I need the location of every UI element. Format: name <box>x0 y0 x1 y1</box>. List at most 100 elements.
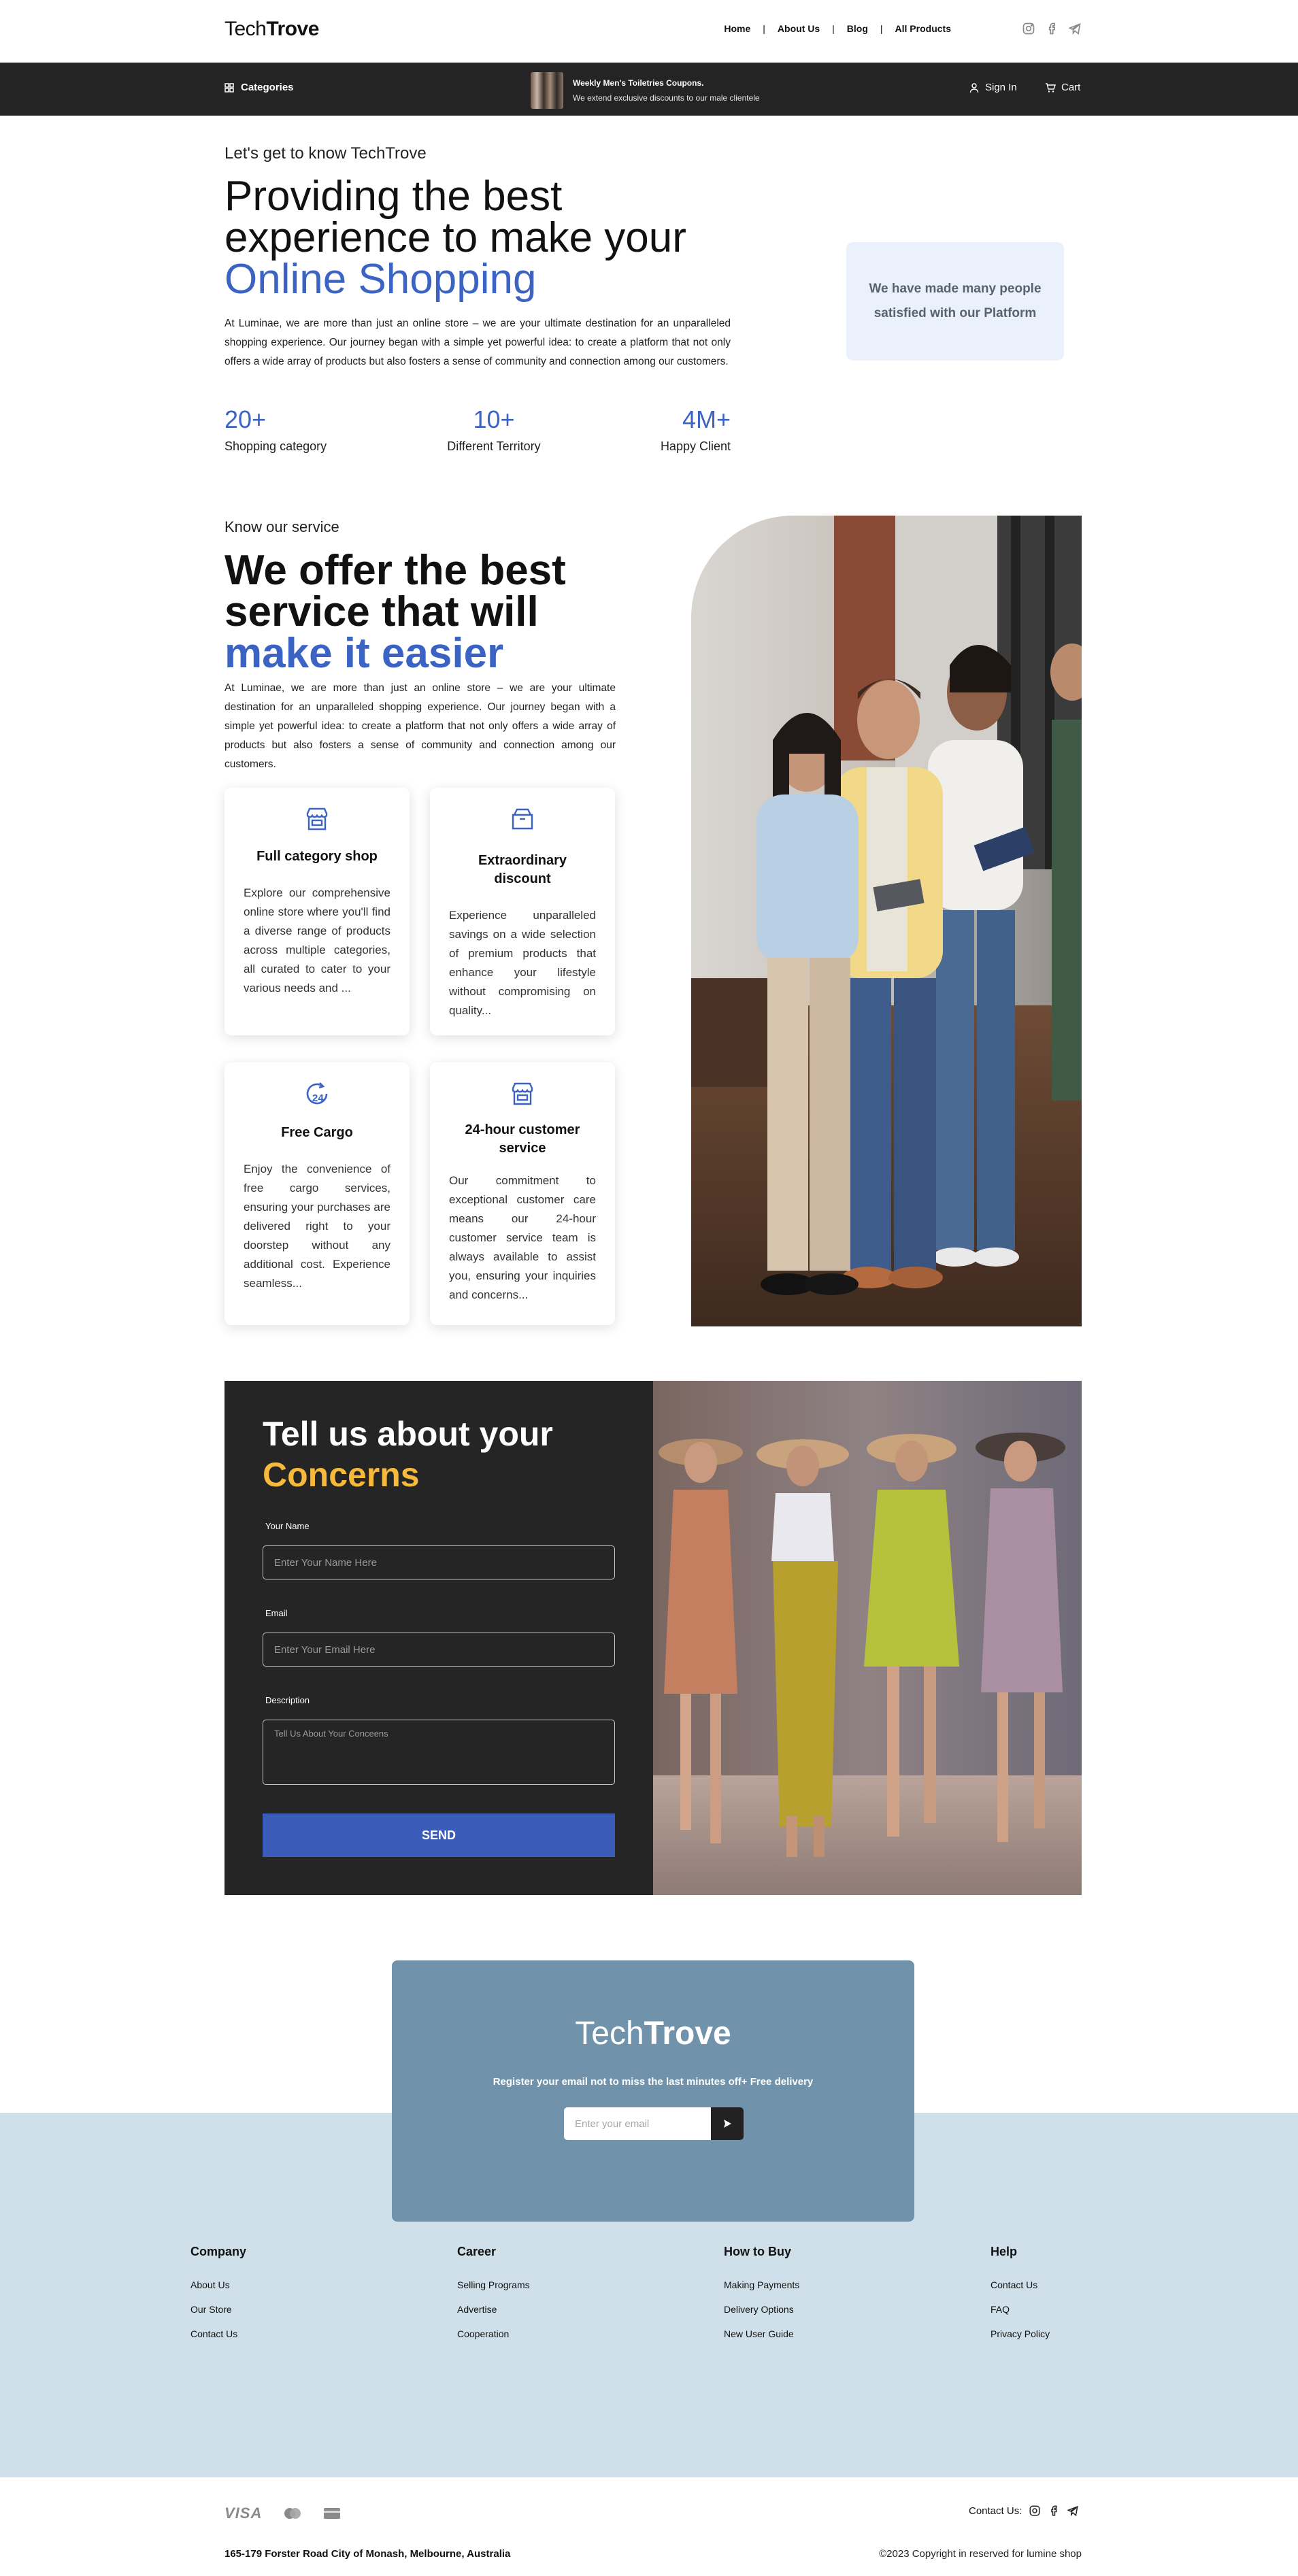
description-textarea[interactable] <box>263 1720 615 1785</box>
footer-column-company: Company About Us Our Store Contact Us <box>190 2245 246 2346</box>
newsletter-logo: TechTrove <box>392 2015 914 2052</box>
email-input[interactable] <box>263 1633 615 1667</box>
sign-in-label: Sign In <box>985 82 1017 93</box>
team-photo <box>691 516 1082 1326</box>
facebook-icon[interactable] <box>1045 22 1059 35</box>
categories-label: Categories <box>241 82 294 93</box>
nav-separator: | <box>880 23 883 34</box>
stat-shopping-category: 20+ Shopping category <box>224 405 327 454</box>
store-icon <box>512 1082 533 1105</box>
concerns-heading: Tell us about your Concerns <box>263 1414 553 1495</box>
telegram-icon[interactable] <box>1067 2505 1079 2517</box>
service-card-full-category: Full category shop Explore our comprehen… <box>224 788 410 1035</box>
concerns-heading-line1: Tell us about your <box>263 1415 553 1453</box>
service-title: Extraordinary discount <box>478 853 567 886</box>
sign-in-button[interactable]: Sign In <box>969 82 1017 93</box>
services-heading-line2: service that will <box>224 588 539 635</box>
about-kicker: Let's get to know TechTrove <box>224 144 427 163</box>
footer-column-title: Help <box>991 2245 1018 2258</box>
bottom-bar: VISA Contact Us: 165-179 Forster Road Ci… <box>0 2477 1298 2576</box>
about-heading-line2: experience to make your <box>224 214 686 261</box>
categories-button[interactable]: Categories <box>224 82 294 93</box>
cart-icon <box>1046 82 1056 93</box>
category-bar: Categories Weekly Men's Toiletries Coupo… <box>0 63 1298 116</box>
logo-bold: Trove <box>266 18 319 40</box>
footer-column-title: How to Buy <box>724 2245 791 2258</box>
footer-link[interactable]: Privacy Policy <box>991 2322 1050 2346</box>
footer-link[interactable]: Delivery Options <box>724 2297 799 2322</box>
send-button[interactable]: SEND <box>263 1813 615 1857</box>
newsletter-email-input[interactable] <box>564 2107 711 2140</box>
svg-text:24: 24 <box>312 1092 324 1104</box>
footer-link[interactable]: Contact Us <box>190 2322 246 2346</box>
newsletter-form <box>564 2107 744 2140</box>
service-description: Experience unparalleled savings on a wid… <box>449 909 596 1017</box>
promo-banner[interactable]: Weekly Men's Toiletries Coupons. We exte… <box>531 72 760 109</box>
instagram-icon[interactable] <box>1022 22 1035 35</box>
logo[interactable]: TechTrove <box>224 18 319 41</box>
contact-us: Contact Us: <box>969 2505 1079 2517</box>
cart-button[interactable]: Cart <box>1045 82 1080 93</box>
copyright: ©2023 Copyright in reserved for lumine s… <box>879 2548 1082 2560</box>
promo-title: Weekly Men's Toiletries Coupons. <box>573 78 704 88</box>
service-description: Explore our comprehensive online store w… <box>244 886 390 994</box>
footer-link[interactable]: Our Store <box>190 2297 246 2322</box>
stat-label: Happy Client <box>660 439 731 453</box>
service-title: Free Cargo <box>281 1125 353 1140</box>
satisfied-card: We have made many people satisfied with … <box>846 242 1064 361</box>
nav-blog[interactable]: Blog <box>847 23 868 34</box>
service-title: Full category shop <box>256 849 378 864</box>
description-label: Description <box>265 1695 310 1705</box>
footer-link[interactable]: New User Guide <box>724 2322 799 2346</box>
cart-label: Cart <box>1061 82 1081 93</box>
grid-icon <box>224 82 234 93</box>
footer-link[interactable]: About Us <box>190 2273 246 2297</box>
footer-link[interactable]: FAQ <box>991 2297 1050 2322</box>
footer-link[interactable]: Cooperation <box>457 2322 530 2346</box>
service-title: 24-hour customer service <box>465 1122 580 1156</box>
email-label: Email <box>265 1608 288 1618</box>
send-arrow-icon <box>724 2120 731 2128</box>
newsletter-submit-button[interactable] <box>711 2107 744 2140</box>
newsletter-logo-light: Tech <box>575 2015 644 2052</box>
footer-link[interactable]: Contact Us <box>991 2273 1050 2297</box>
visa-icon: VISA <box>224 2505 263 2522</box>
footer-column-title: Career <box>457 2245 497 2258</box>
nav-about-us[interactable]: About Us <box>778 23 820 34</box>
stat-happy-client: 4M+ Happy Client <box>642 405 731 454</box>
footer-link[interactable]: Selling Programs <box>457 2273 530 2297</box>
fashion-photo <box>653 1381 1082 1895</box>
services-heading: We offer the best service that will make… <box>224 550 660 677</box>
facebook-icon[interactable] <box>1048 2505 1060 2517</box>
footer-link[interactable]: Advertise <box>457 2297 530 2322</box>
promo-subtitle: We extend exclusive discounts to our mal… <box>573 93 760 103</box>
concerns-section: Tell us about your Concerns Your Name Em… <box>224 1381 1082 1895</box>
concerns-heading-accent: Concerns <box>263 1456 420 1494</box>
footer-column-how-to-buy: How to Buy Making Payments Delivery Opti… <box>724 2245 799 2346</box>
mastercard-icon <box>284 2508 301 2519</box>
stat-value: 20+ <box>224 405 267 433</box>
stat-label: Different Territory <box>447 439 541 453</box>
instagram-icon[interactable] <box>1029 2505 1041 2517</box>
stat-label: Shopping category <box>224 439 327 453</box>
service-card-customer-service: 24-hour customer service Our commitment … <box>430 1063 615 1325</box>
newsletter-card: TechTrove Register your email not to mis… <box>392 1960 914 2222</box>
top-header: TechTrove Home | About Us | Blog | All P… <box>0 0 1298 63</box>
newsletter-text: Register your email not to miss the last… <box>493 2076 814 2088</box>
service-card-discount: Extraordinary discount Experience unpara… <box>430 788 615 1035</box>
nav-all-products[interactable]: All Products <box>895 23 951 34</box>
telegram-icon[interactable] <box>1068 22 1082 35</box>
services-heading-accent: make it easier <box>224 630 504 677</box>
user-icon <box>969 82 979 93</box>
about-paragraph: At Luminae, we are more than just an onl… <box>224 318 731 367</box>
credit-card-icon <box>324 2508 341 2519</box>
about-heading-accent: Online Shopping <box>224 256 537 303</box>
footer-column-help: Help Contact Us FAQ Privacy Policy <box>991 2245 1050 2346</box>
services-paragraph: At Luminae, we are more than just an onl… <box>224 682 616 770</box>
nav-home[interactable]: Home <box>724 23 750 34</box>
social-links <box>1022 22 1082 35</box>
nav-separator: | <box>763 23 765 34</box>
footer-link[interactable]: Making Payments <box>724 2273 799 2297</box>
name-input[interactable] <box>263 1545 615 1579</box>
store-icon <box>306 807 328 831</box>
